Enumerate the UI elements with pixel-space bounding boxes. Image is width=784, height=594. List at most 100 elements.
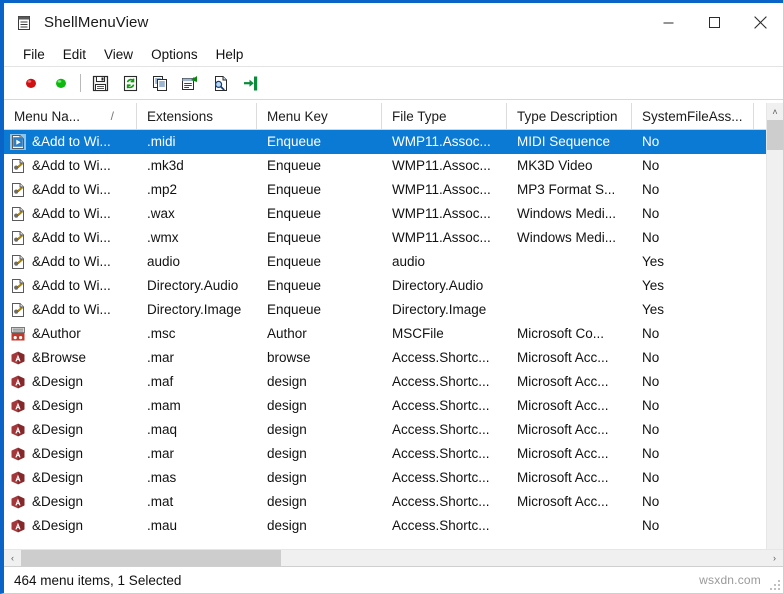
column-header-system-file-assoc-label: SystemFileAss... xyxy=(642,109,743,124)
scroll-up-button[interactable]: ˄ xyxy=(767,103,783,120)
cell-file-type: Access.Shortc... xyxy=(382,490,507,514)
horizontal-scrollbar[interactable]: ‹ › xyxy=(4,549,783,566)
cell-menu-name: &Add to Wi... xyxy=(4,298,137,322)
properties-button[interactable] xyxy=(177,70,203,96)
cell-extensions: .maf xyxy=(137,370,257,394)
scroll-left-button[interactable]: ‹ xyxy=(4,550,21,566)
access-icon xyxy=(10,518,26,534)
table-row[interactable]: &Add to Wi...Directory.ImageEnqueueDirec… xyxy=(4,298,783,322)
cell-menu-key: Enqueue xyxy=(257,202,382,226)
listview-header: Menu Na... / Extensions Menu Key File Ty… xyxy=(4,103,783,130)
column-header-extensions[interactable]: Extensions xyxy=(137,103,257,129)
maximize-button[interactable] xyxy=(691,3,737,42)
access-icon xyxy=(10,494,26,510)
table-row[interactable]: &Add to Wi....waxEnqueueWMP11.Assoc...Wi… xyxy=(4,202,783,226)
vertical-scroll-thumb[interactable] xyxy=(767,120,783,150)
cell-file-type: Access.Shortc... xyxy=(382,394,507,418)
table-row[interactable]: &Design.maqdesignAccess.Shortc...Microso… xyxy=(4,418,783,442)
cell-menu-key: design xyxy=(257,370,382,394)
cell-system-file-assoc: No xyxy=(632,178,754,202)
cell-menu-name: &Add to Wi... xyxy=(4,250,137,274)
column-header-menu-key-label: Menu Key xyxy=(267,109,328,124)
table-row[interactable]: &Design.mardesignAccess.Shortc...Microso… xyxy=(4,442,783,466)
cell-type-description: Windows Medi... xyxy=(507,202,632,226)
cell-extensions: .mas xyxy=(137,466,257,490)
cell-extensions: .mar xyxy=(137,346,257,370)
exit-button[interactable] xyxy=(237,70,263,96)
cell-system-file-assoc: No xyxy=(632,442,754,466)
cell-extensions: .mp2 xyxy=(137,178,257,202)
cell-menu-key: design xyxy=(257,418,382,442)
table-row[interactable]: &Design.matdesignAccess.Shortc...Microso… xyxy=(4,490,783,514)
menu-file[interactable]: File xyxy=(14,45,54,64)
table-row[interactable]: &Add to Wi....mp2EnqueueWMP11.Assoc...MP… xyxy=(4,178,783,202)
cell-system-file-assoc: No xyxy=(632,490,754,514)
cell-system-file-assoc: No xyxy=(632,346,754,370)
cell-system-file-assoc: No xyxy=(632,130,754,154)
horizontal-scroll-thumb[interactable] xyxy=(21,550,281,566)
cell-menu-name: &Design xyxy=(4,394,137,418)
column-header-type-description[interactable]: Type Description xyxy=(507,103,632,129)
column-header-file-type[interactable]: File Type xyxy=(382,103,507,129)
cell-menu-name: &Design xyxy=(4,370,137,394)
menu-options[interactable]: Options xyxy=(142,45,207,64)
cell-menu-name-label: &Add to Wi... xyxy=(32,274,111,298)
minimize-button[interactable] xyxy=(645,3,691,42)
cell-menu-name: &Design xyxy=(4,466,137,490)
table-row[interactable]: &Add to Wi....mk3dEnqueueWMP11.Assoc...M… xyxy=(4,154,783,178)
refresh-button[interactable] xyxy=(117,70,143,96)
horizontal-scroll-track[interactable] xyxy=(21,550,766,566)
table-row[interactable]: &Browse.marbrowseAccess.Shortc...Microso… xyxy=(4,346,783,370)
column-header-system-file-assoc[interactable]: SystemFileAss... xyxy=(632,103,754,129)
table-row[interactable]: &Author.mscAuthorMSCFileMicrosoft Co...N… xyxy=(4,322,783,346)
column-header-menu-key[interactable]: Menu Key xyxy=(257,103,382,129)
table-row[interactable]: &Add to Wi...audioEnqueueaudioYes xyxy=(4,250,783,274)
menu-view[interactable]: View xyxy=(95,45,142,64)
copy-button[interactable] xyxy=(147,70,173,96)
cell-extensions: .wmx xyxy=(137,226,257,250)
table-row[interactable]: &Add to Wi...Directory.AudioEnqueueDirec… xyxy=(4,274,783,298)
media-file-icon xyxy=(10,230,26,246)
column-header-menu-name[interactable]: Menu Na... / xyxy=(4,103,137,129)
cell-menu-name: &Design xyxy=(4,442,137,466)
cell-type-description xyxy=(507,250,632,274)
stop-button[interactable] xyxy=(18,70,44,96)
start-button[interactable] xyxy=(48,70,74,96)
scroll-right-button[interactable]: › xyxy=(766,550,783,566)
title-bar: ShellMenuView xyxy=(4,0,783,42)
access-icon xyxy=(10,422,26,438)
table-row[interactable]: &Design.maudesignAccess.Shortc...No xyxy=(4,514,783,538)
cell-menu-name-label: &Add to Wi... xyxy=(32,130,111,154)
save-button[interactable] xyxy=(87,70,113,96)
cell-file-type: WMP11.Assoc... xyxy=(382,130,507,154)
cell-system-file-assoc: No xyxy=(632,202,754,226)
table-row[interactable]: &Add to Wi....wmxEnqueueWMP11.Assoc...Wi… xyxy=(4,226,783,250)
cell-extensions: audio xyxy=(137,250,257,274)
report-search-button[interactable] xyxy=(207,70,233,96)
close-button[interactable] xyxy=(737,3,783,42)
table-row[interactable]: &Design.mamdesignAccess.Shortc...Microso… xyxy=(4,394,783,418)
cell-type-description: Microsoft Acc... xyxy=(507,442,632,466)
table-row[interactable]: &Design.mafdesignAccess.Shortc...Microso… xyxy=(4,370,783,394)
media-file-icon xyxy=(10,158,26,174)
cell-file-type: Access.Shortc... xyxy=(382,346,507,370)
resize-grip[interactable] xyxy=(768,578,780,590)
cell-menu-key: design xyxy=(257,490,382,514)
menu-help[interactable]: Help xyxy=(207,45,253,64)
cell-menu-key: design xyxy=(257,466,382,490)
cell-menu-key: Enqueue xyxy=(257,298,382,322)
cell-type-description xyxy=(507,274,632,298)
sort-ascending-icon: / xyxy=(111,109,114,123)
menu-edit[interactable]: Edit xyxy=(54,45,95,64)
cell-system-file-assoc: Yes xyxy=(632,298,754,322)
vertical-scroll-track[interactable] xyxy=(767,120,783,549)
cell-menu-name-label: &Author xyxy=(32,322,81,346)
cell-menu-name-label: &Add to Wi... xyxy=(32,226,111,250)
application-window: ShellMenuView File Edit View Options Hel… xyxy=(0,0,784,594)
vertical-scrollbar[interactable]: ˄ ˅ xyxy=(766,103,783,566)
table-row[interactable]: &Design.masdesignAccess.Shortc...Microso… xyxy=(4,466,783,490)
table-row[interactable]: &Add to Wi....midiEnqueueWMP11.Assoc...M… xyxy=(4,130,783,154)
cell-type-description: Microsoft Acc... xyxy=(507,370,632,394)
cell-menu-name-label: &Design xyxy=(32,466,83,490)
cell-menu-name: &Add to Wi... xyxy=(4,130,137,154)
